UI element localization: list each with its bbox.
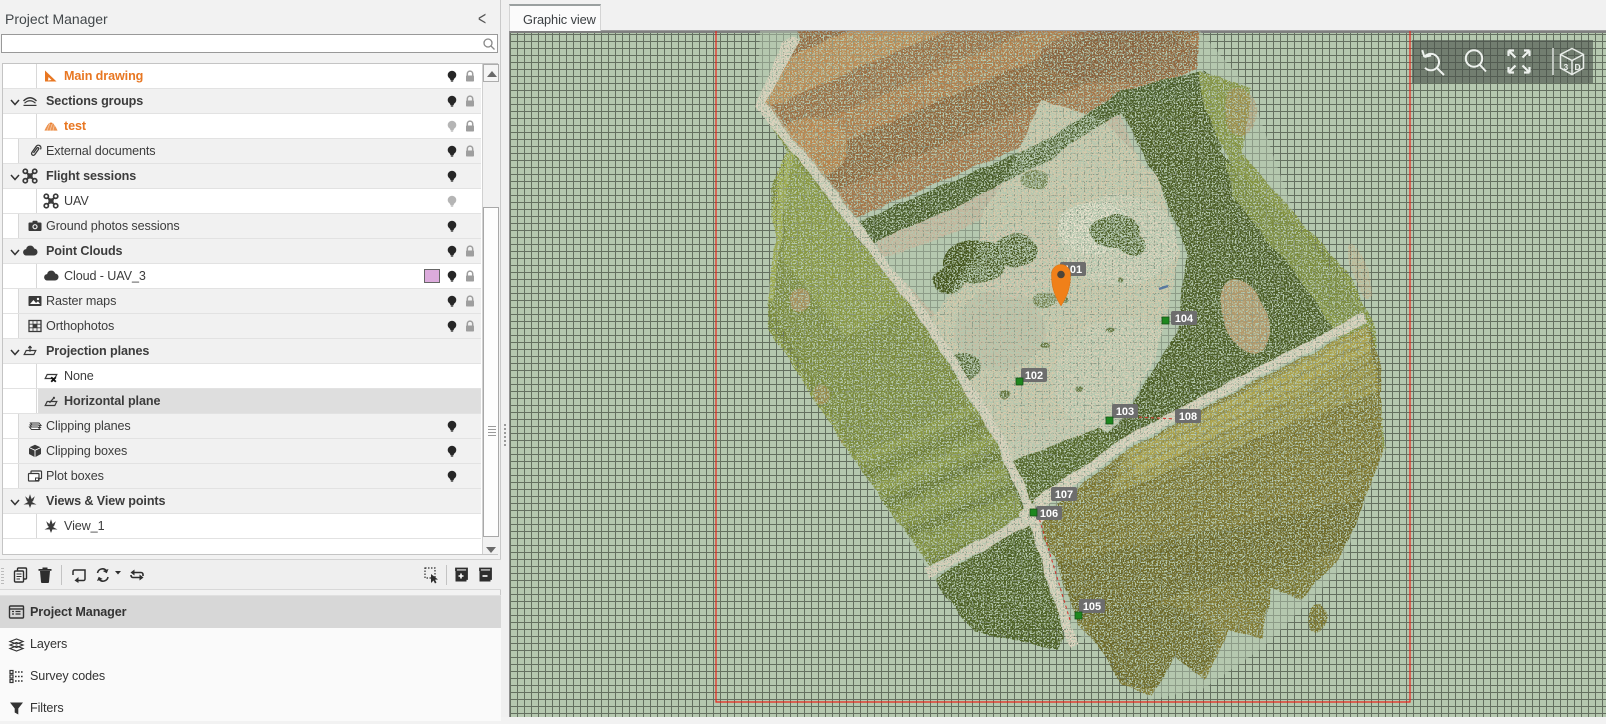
svg-text:108: 108 [1179,411,1197,423]
svg-text:107: 107 [1055,489,1073,501]
svg-text:D: D [1575,62,1581,72]
svg-text:103: 103 [1116,406,1134,418]
svg-text:104: 104 [1175,313,1194,325]
svg-text:105: 105 [1083,601,1101,613]
svg-text:3: 3 [1564,62,1569,72]
svg-text:106: 106 [1040,508,1058,520]
svg-text:102: 102 [1025,370,1043,382]
